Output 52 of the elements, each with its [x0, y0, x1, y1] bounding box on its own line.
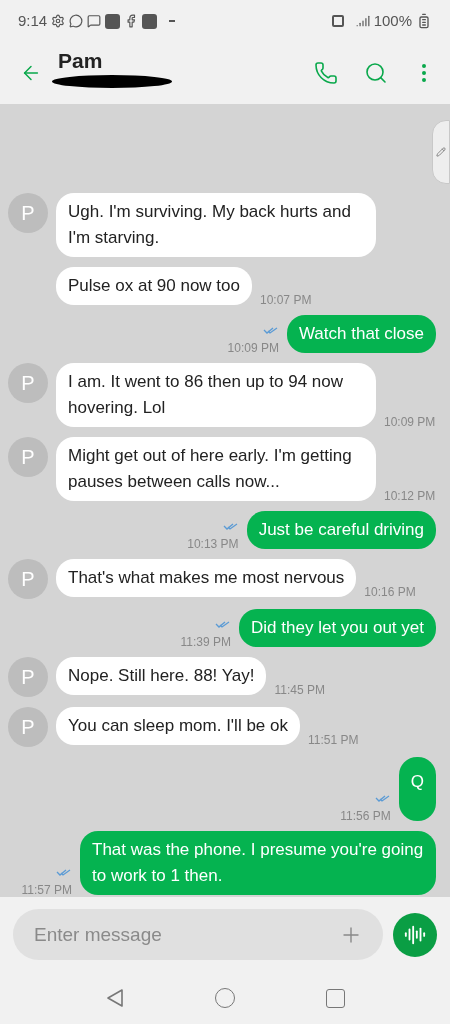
message-time: 10:16 PM: [364, 584, 416, 601]
message-time: 10:13 PM: [187, 536, 239, 553]
read-ticks-icon: [262, 327, 279, 335]
read-ticks-icon: [374, 795, 391, 803]
contact-avatar[interactable]: P: [8, 559, 48, 599]
message-time: 10:09 PM: [227, 340, 279, 357]
voice-wave-icon: [404, 923, 426, 946]
signal-icon: [355, 14, 370, 28]
message-bubble: Watch that close: [286, 315, 436, 353]
phone-icon[interactable]: [314, 61, 338, 85]
message-time: 11:45 PM: [274, 682, 325, 699]
contact-avatar[interactable]: P: [8, 657, 48, 697]
message-bubble: Q: [398, 757, 436, 821]
settings-icon: [51, 14, 66, 28]
contact-avatar[interactable]: P: [8, 193, 48, 233]
message-bubble: Nope. Still here. 88! Yay!: [56, 657, 267, 695]
app-notification-icon: [105, 13, 121, 29]
contact-avatar[interactable]: P: [8, 363, 48, 403]
contact-name: Pam: [58, 48, 104, 73]
message-bubble: Just be careful driving: [246, 511, 436, 549]
voice-button[interactable]: [393, 912, 437, 957]
search-icon[interactable]: [364, 61, 388, 85]
message-bubble: That's what makes me most nervous: [56, 559, 357, 597]
chat-bubble-icon: [69, 14, 84, 28]
message-time: 11:51 PM: [307, 732, 359, 749]
battery-icon: [416, 13, 432, 29]
edge-panel-handle[interactable]: [432, 120, 450, 184]
message-bubble: Pulse ox at 90 now too: [56, 267, 252, 305]
message-time: 10:12 PM: [384, 488, 436, 505]
status-time: 9:14: [18, 10, 48, 31]
message-time: 10:09 PM: [384, 414, 436, 431]
message-time: 11:56 PM: [340, 808, 391, 825]
message-time: 11:57 PM: [21, 882, 72, 897]
message-icon: [87, 14, 102, 28]
message-bubble: That was the phone. I presume you're going to work to 1 then.: [80, 831, 436, 895]
read-ticks-icon: [56, 869, 72, 877]
read-ticks-icon: [222, 523, 239, 531]
message-time: 11:39 PM: [180, 634, 232, 651]
message-bubble: I am. It went to 86 then up to 94 now hovering. Lol: [56, 363, 376, 427]
contact-avatar[interactable]: P: [8, 707, 48, 747]
recents-nav-icon[interactable]: [325, 988, 345, 1008]
message-bubble: Ugh. I'm surviving. My back hurts and I'm starving.: [56, 193, 376, 257]
message-input[interactable]: Enter message: [13, 909, 383, 960]
contact-avatar[interactable]: P: [8, 437, 48, 477]
app-notification-icon: [142, 13, 158, 29]
message-bubble: Might get out of here early. I'm getting pauses between calls now...: [56, 437, 376, 501]
message-time: 10:07 PM: [260, 292, 312, 309]
back-nav-icon[interactable]: [105, 988, 124, 1008]
message-bubble: Did they let you out yet: [239, 609, 436, 647]
read-ticks-icon: [215, 621, 232, 629]
battery-percent: 100%: [373, 10, 412, 31]
message-bubble: You can sleep mom. I'll be ok: [56, 707, 300, 745]
